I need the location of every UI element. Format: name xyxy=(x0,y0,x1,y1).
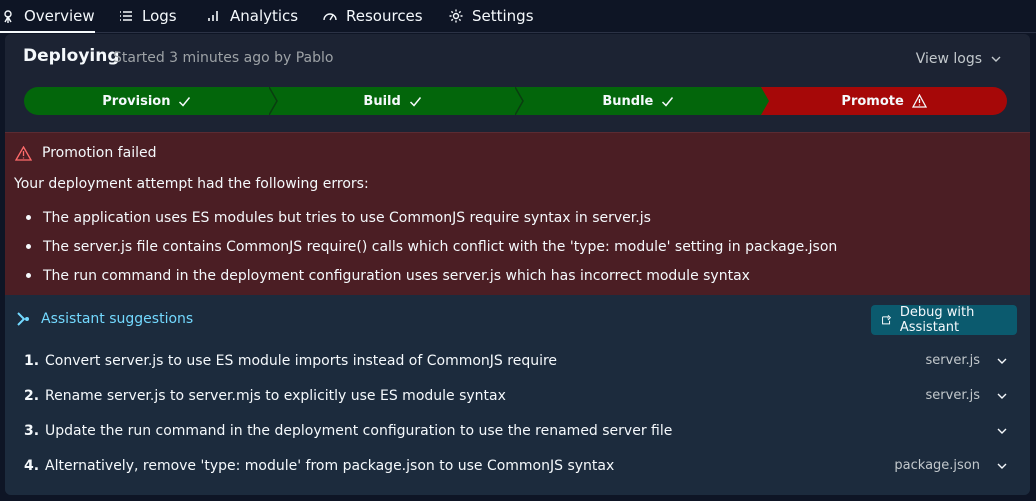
chevron-down-icon[interactable] xyxy=(996,355,1008,367)
suggestion-row[interactable]: 1. Convert server.js to use ES module im… xyxy=(5,343,1030,378)
bar-chart-icon xyxy=(208,11,218,21)
suggestion-file: server.js xyxy=(925,388,980,403)
tab-label: Overview xyxy=(24,7,95,25)
warning-icon xyxy=(15,145,32,161)
gear-icon xyxy=(449,9,463,23)
suggestion-row[interactable]: 3. Update the run command in the deploym… xyxy=(5,413,1030,448)
top-nav: Overview Logs Analytics Resources Settin… xyxy=(0,0,1036,33)
tab-label: Resources xyxy=(346,7,423,25)
deployment-title: Deploying xyxy=(23,46,120,66)
error-item-text: The run command in the deployment config… xyxy=(43,267,750,284)
suggestion-number: 2. xyxy=(24,387,40,404)
bullet xyxy=(26,273,31,278)
suggestion-row[interactable]: 2. Rename server.js to server.mjs to exp… xyxy=(5,378,1030,413)
step-build: Build xyxy=(269,87,516,115)
suggestion-number: 1. xyxy=(24,352,40,369)
warning-icon xyxy=(911,94,927,108)
check-icon xyxy=(409,96,421,107)
error-item: The server.js file contains CommonJS req… xyxy=(14,232,837,261)
error-item-text: The application uses ES modules but trie… xyxy=(43,209,651,226)
check-icon xyxy=(662,96,674,107)
debug-with-assistant-button[interactable]: Debug with Assistant xyxy=(871,305,1017,335)
step-separator xyxy=(269,87,278,115)
error-item-text: The server.js file contains CommonJS req… xyxy=(43,238,838,255)
chevron-down-icon xyxy=(991,56,1001,62)
view-logs-label: View logs xyxy=(915,51,982,67)
deployment-card: Deploying Started 3 minutes ago by Pablo… xyxy=(5,34,1030,495)
error-title: Promotion failed xyxy=(42,145,157,161)
tab-settings[interactable]: Settings xyxy=(448,0,534,32)
deployment-pipeline: Provision Build Bundle Promote xyxy=(24,87,1007,115)
tab-label: Analytics xyxy=(230,7,299,25)
step-label: Build xyxy=(363,93,401,109)
tab-analytics[interactable]: Analytics xyxy=(206,0,298,32)
suggestion-text: Convert server.js to use ES module impor… xyxy=(45,352,558,369)
step-label: Provision xyxy=(102,93,171,109)
check-icon xyxy=(179,96,191,107)
error-heading: Promotion failed xyxy=(15,145,156,161)
chevron-down-icon[interactable] xyxy=(996,390,1008,402)
ray-icon xyxy=(4,10,12,23)
step-separator xyxy=(761,87,769,115)
deployment-header: Deploying Started 3 minutes ago by Pablo… xyxy=(5,34,1030,132)
tab-logs[interactable]: Logs xyxy=(118,0,177,32)
error-list: The application uses ES modules but trie… xyxy=(14,203,837,290)
suggestion-file: server.js xyxy=(925,353,980,368)
tab-label: Settings xyxy=(472,7,534,25)
step-label: Bundle xyxy=(602,93,654,109)
suggestion-row[interactable]: 4. Alternatively, remove 'type: module' … xyxy=(5,448,1030,483)
assistant-heading: Assistant suggestions xyxy=(15,311,193,327)
deployment-subtitle: Started 3 minutes ago by Pablo xyxy=(113,50,334,66)
suggestion-number: 4. xyxy=(24,457,40,474)
tab-label: Logs xyxy=(142,7,177,25)
suggestion-text: Rename server.js to server.mjs to explic… xyxy=(45,387,506,404)
assistant-title: Assistant suggestions xyxy=(41,311,194,327)
step-bundle: Bundle xyxy=(515,87,762,115)
assistant-icon xyxy=(17,312,29,326)
view-logs-button[interactable]: View logs xyxy=(916,51,1002,67)
step-provision: Provision xyxy=(24,87,270,115)
bullet xyxy=(26,215,31,220)
step-label: Promote xyxy=(841,93,904,109)
error-item: The application uses ES modules but trie… xyxy=(14,203,837,232)
suggestion-text: Alternatively, remove 'type: module' fro… xyxy=(45,457,615,474)
tab-overview[interactable]: Overview xyxy=(0,0,95,33)
chevron-down-icon[interactable] xyxy=(996,460,1008,472)
suggestion-number: 3. xyxy=(24,422,40,439)
bullet xyxy=(26,244,31,249)
error-description: Your deployment attempt had the followin… xyxy=(14,176,369,192)
step-separator xyxy=(515,87,524,115)
debug-icon xyxy=(882,314,892,325)
suggestion-file: package.json xyxy=(894,458,980,473)
suggestion-text: Update the run command in the deployment… xyxy=(45,422,673,439)
error-panel: Promotion failed Your deployment attempt… xyxy=(5,132,1030,296)
chevron-down-icon[interactable] xyxy=(996,425,1008,437)
step-promote: Promote xyxy=(761,87,1007,115)
tab-resources[interactable]: Resources xyxy=(322,0,423,32)
assistant-suggestions-panel: Assistant suggestions Debug with Assista… xyxy=(5,295,1030,495)
list-icon xyxy=(120,11,132,21)
error-item: The run command in the deployment config… xyxy=(14,261,837,290)
debug-button-label: Debug with Assistant xyxy=(899,305,975,335)
gauge-icon xyxy=(323,13,337,21)
